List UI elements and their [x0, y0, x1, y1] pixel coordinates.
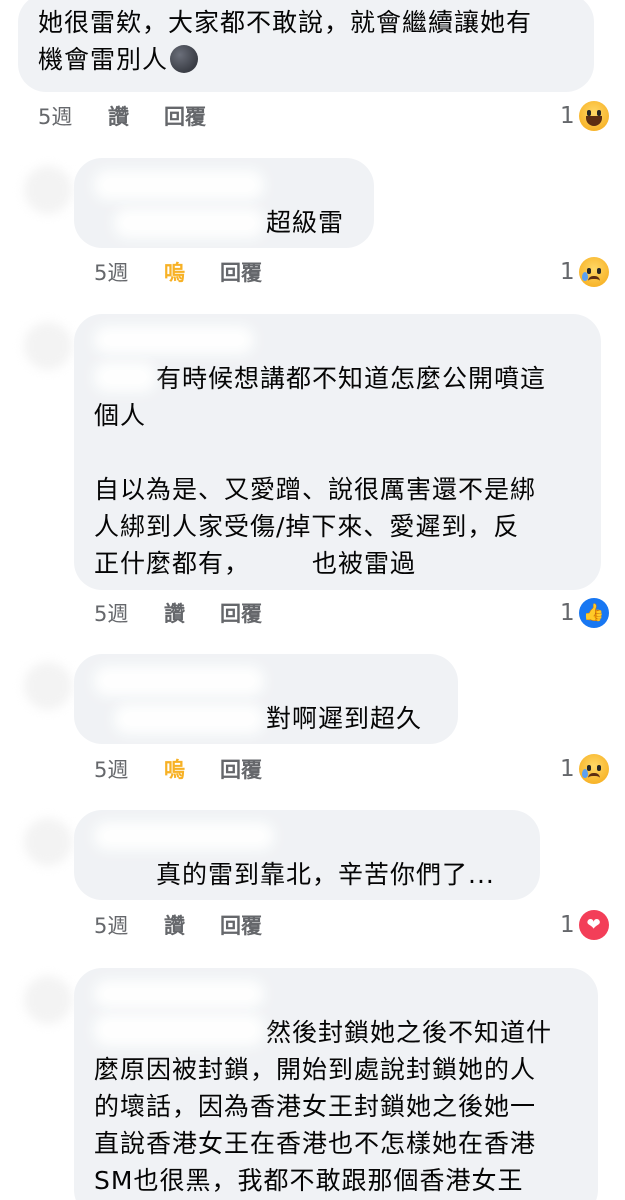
comment-text: 對啊遲到超久 — [266, 704, 423, 733]
comment-text-line: 她很雷欸，大家都不敢說，就會繼續讓她有 — [38, 8, 533, 37]
reaction-summary[interactable]: 1 ❤ — [560, 908, 609, 942]
reply-button[interactable]: 回覆 — [220, 257, 262, 287]
like-button[interactable]: 讚 — [164, 598, 220, 628]
sad-reaction-icon — [578, 257, 609, 287]
comment-bubble: 對啊遲到超久 — [74, 654, 458, 744]
comment-text-line: 自以為是、又愛蹭、說很厲害還不是綁 — [94, 475, 537, 504]
comment-bubble: 真的雷到靠北，辛苦你們了... — [74, 810, 540, 900]
avatar[interactable] — [24, 818, 72, 866]
moon-face-icon — [170, 45, 199, 73]
comment-timestamp[interactable]: 5週 — [38, 101, 108, 131]
reaction-summary[interactable]: 1 — [560, 255, 609, 289]
comment-text-line: 正什麼都有， — [94, 549, 251, 578]
redacted-name — [94, 666, 264, 696]
comment-text-line: 麼原因被封鎖，開始到處說封鎖她的人 — [94, 1055, 537, 1084]
sad-reaction-button[interactable]: 嗚 — [164, 754, 220, 784]
redacted-name — [94, 170, 264, 200]
comment-timestamp[interactable]: 5週 — [94, 598, 164, 628]
avatar[interactable] — [24, 322, 72, 370]
sad-reaction-button[interactable]: 嗚 — [164, 257, 220, 287]
like-button[interactable]: 讚 — [108, 101, 164, 131]
comment-text-line: 的壞話，因為香港女王封鎖她之後她一 — [94, 1092, 537, 1121]
sad-reaction-icon — [578, 754, 609, 784]
comment-timestamp[interactable]: 5週 — [94, 910, 164, 940]
comment-text: 超級雷 — [266, 208, 345, 237]
comment-text-line: 個人 — [94, 401, 147, 430]
redacted-name — [94, 822, 274, 850]
comment-bubble: 有時候想講都不知道怎麼公開噴這 個人 自以為是、又愛蹭、說很厲害還不是綁 人綁到… — [74, 314, 601, 590]
redacted-name — [114, 704, 264, 734]
reaction-summary[interactable]: 1 — [560, 99, 609, 133]
comment-thread: 她很雷欸，大家都不敢說，就會繼續讓她有 機會雷別人 5週 讚 回覆 1 超級雷 … — [0, 0, 625, 1200]
comment-text-line: SM也很黑，我都不敢跟那個香港女王 — [94, 1166, 524, 1195]
reaction-summary[interactable]: 1 — [560, 752, 609, 786]
reaction-count: 1 — [560, 912, 575, 938]
comment-text: 真的雷到靠北，辛苦你們了... — [156, 860, 495, 889]
reply-button[interactable]: 回覆 — [220, 910, 262, 940]
comment-actions: 5週 讚 回覆 — [94, 908, 262, 942]
comment-timestamp[interactable]: 5週 — [94, 754, 164, 784]
redacted-name — [94, 362, 156, 392]
avatar[interactable] — [24, 976, 72, 1024]
comment-bubble: 她很雷欸，大家都不敢說，就會繼續讓她有 機會雷別人 — [18, 0, 594, 92]
comment-text-line: 也被雷過 — [312, 549, 417, 578]
avatar[interactable] — [24, 662, 72, 710]
comment-actions: 5週 嗚 回覆 — [94, 255, 262, 289]
redacted-name — [94, 326, 254, 354]
reaction-count: 1 — [560, 103, 575, 129]
comment-text-line: 人綁到人家受傷/掉下來、愛遲到，反 — [94, 512, 520, 541]
comment-actions: 5週 嗚 回覆 — [94, 752, 262, 786]
comment-text-line: 有時候想講都不知道怎麼公開噴這 — [156, 364, 547, 393]
redacted-name — [114, 208, 264, 238]
haha-reaction-icon — [578, 101, 609, 131]
reaction-count: 1 — [560, 756, 575, 782]
comment-text-line — [94, 434, 601, 471]
redacted-name — [94, 980, 264, 1008]
reply-button[interactable]: 回覆 — [220, 598, 262, 628]
reply-button[interactable]: 回覆 — [220, 754, 262, 784]
reply-button[interactable]: 回覆 — [164, 101, 206, 131]
comment-actions: 5週 讚 回覆 — [38, 99, 206, 133]
reaction-count: 1 — [560, 259, 575, 285]
heart-reaction-icon: ❤ — [578, 910, 609, 940]
comment-text-line: 機會雷別人 — [38, 45, 169, 74]
comment-bubble: 超級雷 — [74, 158, 374, 248]
redacted-name — [94, 1014, 264, 1046]
reaction-count: 1 — [560, 600, 575, 626]
reaction-summary[interactable]: 1 👍 — [560, 596, 609, 630]
comment-actions: 5週 讚 回覆 — [94, 596, 262, 630]
comment-text-line: 直說香港女王在香港也不怎樣她在香港 — [94, 1129, 537, 1158]
comment-timestamp[interactable]: 5週 — [94, 257, 164, 287]
like-button[interactable]: 讚 — [164, 910, 220, 940]
thumbs-up-reaction-icon: 👍 — [578, 598, 609, 628]
comment-bubble: 然後封鎖她之後不知道什 麼原因被封鎖，開始到處說封鎖她的人 的壞話，因為香港女王… — [74, 968, 598, 1200]
avatar[interactable] — [24, 166, 72, 214]
